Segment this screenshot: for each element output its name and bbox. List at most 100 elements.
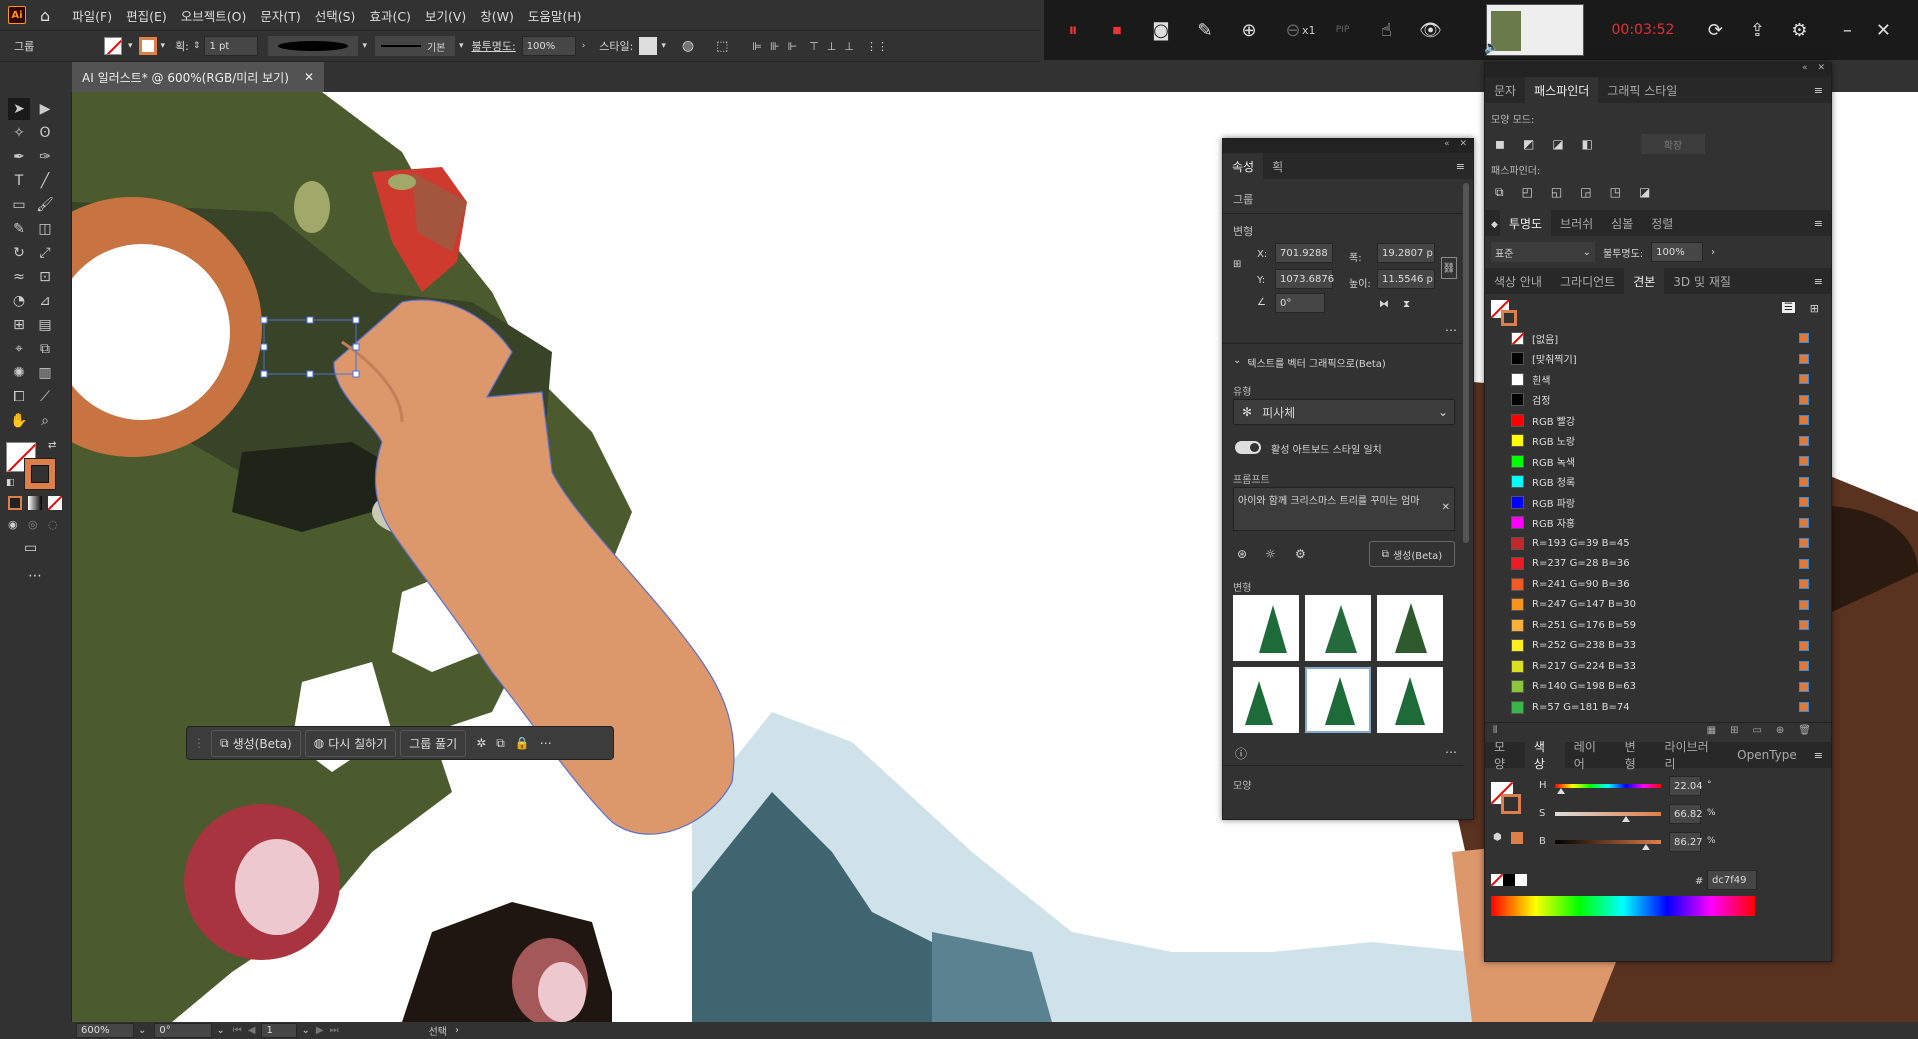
variant-thumb-selected[interactable] <box>1305 667 1371 733</box>
generate-beta-button[interactable]: ⧉ 생성(Beta) <box>211 729 301 757</box>
black-swatch[interactable] <box>1503 874 1515 886</box>
out-of-gamut-icon[interactable]: ⬢ <box>1493 832 1502 843</box>
rotation-dropdown[interactable]: 0° <box>154 1023 213 1038</box>
transform-icon[interactable]: ⬚ <box>716 39 728 54</box>
new-group-icon[interactable]: ▭ <box>1752 725 1761 736</box>
b-slider-thumb[interactable] <box>1642 844 1651 850</box>
swatch-item[interactable]: RGB 노랑 <box>1511 431 1831 452</box>
panel-menu-icon[interactable]: ≡ <box>1806 749 1831 768</box>
tab-character[interactable]: 문자 <box>1485 77 1525 103</box>
exclude-icon[interactable]: ◧ <box>1582 137 1593 151</box>
tab-libraries[interactable]: 라이브러리 <box>1655 740 1728 771</box>
h-slider-thumb[interactable] <box>1557 788 1566 794</box>
tab-appearance[interactable]: 모양 <box>1485 740 1525 771</box>
pen-tool-icon[interactable]: ✒ <box>8 146 30 168</box>
screen-mode-icon[interactable]: ▭ <box>24 540 71 556</box>
color-spectrum[interactable] <box>1491 896 1755 916</box>
align-right-icon[interactable]: ⊩ <box>788 40 798 53</box>
b-slider[interactable] <box>1555 840 1661 850</box>
lock-icon[interactable]: 🔒 <box>515 736 530 750</box>
swatch-options-icon[interactable]: ⊞ <box>1730 725 1738 736</box>
shape-builder-icon[interactable]: ◔ <box>8 290 30 312</box>
variant-thumb[interactable] <box>1305 595 1371 661</box>
swatch-item[interactable]: R=252 G=238 B=33 <box>1511 636 1831 657</box>
curvature-icon[interactable]: ✑ <box>34 146 56 168</box>
pip-icon[interactable]: PIP <box>1330 17 1356 43</box>
swatch-item[interactable]: R=237 G=28 B=36 <box>1511 554 1831 575</box>
swatch-item[interactable]: [없음] <box>1511 328 1831 349</box>
draw-behind-icon[interactable]: ◎ <box>28 518 42 532</box>
gradient-icon[interactable]: ▤ <box>34 314 56 336</box>
panel-menu-icon[interactable]: ≡ <box>1806 217 1831 236</box>
unite-icon[interactable]: ◼ <box>1495 137 1505 151</box>
draw-normal-icon[interactable]: ◉ <box>8 518 22 532</box>
swatch-kind-icon[interactable]: ▦ <box>1707 725 1716 736</box>
style-reference-icon[interactable]: ⊛ <box>1237 547 1247 561</box>
align-bottom-icon[interactable]: ⊥ <box>844 40 854 53</box>
stroke-swatch[interactable] <box>138 37 157 55</box>
info-icon[interactable]: ⓘ <box>1235 745 1247 762</box>
chevron-down-icon[interactable]: ▾ <box>459 41 464 51</box>
chevron-right-icon[interactable]: › <box>582 41 586 51</box>
swatch-item[interactable]: RGB 청록 <box>1511 472 1831 493</box>
minus-front-icon[interactable]: ◩ <box>1523 137 1534 151</box>
flip-vertical-icon[interactable]: ⧗ <box>1403 299 1410 310</box>
more-tools-icon[interactable]: ⋯ <box>28 568 71 584</box>
zoom-tool-icon[interactable]: ⌕ <box>34 410 56 432</box>
brush-definition[interactable]: 기본 <box>374 36 455 56</box>
h-input[interactable]: 22.04 <box>1669 776 1703 796</box>
next-page-icon[interactable]: ▶ <box>316 1025 324 1036</box>
page-input[interactable]: 1 <box>261 1023 298 1038</box>
minimize-icon[interactable]: – <box>1834 17 1860 43</box>
panel-menu-icon[interactable]: ≡ <box>1806 275 1831 294</box>
reference-point-icon[interactable]: ⊞ <box>1233 259 1241 270</box>
h-slider[interactable] <box>1555 784 1661 794</box>
swatch-item[interactable]: RGB 녹색 <box>1511 451 1831 472</box>
chevron-down-icon[interactable]: ▾ <box>128 41 133 51</box>
chevron-down-icon[interactable]: ⌄ <box>301 1025 309 1036</box>
lasso-icon[interactable]: ʘ <box>34 122 56 144</box>
close-icon[interactable]: ✕ <box>304 70 314 84</box>
white-swatch[interactable] <box>1515 874 1527 886</box>
swatch-item[interactable]: R=57 G=181 B=74 <box>1511 697 1831 718</box>
menu-view[interactable]: 보기(V) <box>425 6 466 25</box>
mesh-icon[interactable]: ⊞ <box>8 314 30 336</box>
mic-icon[interactable]: 🔈 <box>1484 40 1499 54</box>
angle-input[interactable]: 0° <box>1275 293 1325 313</box>
rotate-icon[interactable]: ↻ <box>8 242 30 264</box>
chevron-down-icon[interactable]: ▾ <box>661 41 666 51</box>
isolate-icon[interactable]: ✲ <box>476 736 486 750</box>
ungroup-button[interactable]: 그룹 풀기 <box>400 729 467 757</box>
new-swatch-icon[interactable]: ⊕ <box>1776 725 1784 736</box>
library-icon[interactable]: ⫴ <box>1493 725 1497 736</box>
align-top-icon[interactable]: ⊤ <box>809 40 819 53</box>
fill-stroke-widget[interactable]: ⇄ ◧ <box>0 438 71 494</box>
chevron-down-icon[interactable]: ▾ <box>161 41 166 51</box>
recolor-button[interactable]: ◍ 다시 칠하기 <box>304 729 397 757</box>
tab-color[interactable]: 색상 <box>1524 740 1565 771</box>
swatch-item[interactable]: 검정 <box>1511 390 1831 411</box>
tab-pathfinder[interactable]: 패스파인더 <box>1525 77 1599 103</box>
height-input[interactable]: 11.5546 p <box>1377 269 1435 289</box>
rectangle-tool-icon[interactable]: ▭ <box>8 194 30 216</box>
export-icon[interactable]: ⇪ <box>1744 17 1770 43</box>
collapse-icon[interactable]: « <box>1444 139 1450 153</box>
flip-horizontal-icon[interactable]: ⧓ <box>1379 299 1389 310</box>
fill-none-swatch[interactable] <box>104 37 122 55</box>
brush-preview[interactable] <box>268 36 359 56</box>
grid-view-icon[interactable]: ⊞ <box>1810 302 1819 315</box>
swatch-item[interactable]: 흰색 <box>1511 369 1831 390</box>
document-tab[interactable]: AI 일러스트* @ 600%(RGB/미리 보기) ✕ <box>72 62 324 92</box>
paintbrush-icon[interactable]: 🖌 <box>34 194 56 216</box>
variant-thumb[interactable] <box>1233 595 1299 661</box>
panel-menu-icon[interactable]: ≡ <box>1806 84 1831 103</box>
draw-inside-icon[interactable]: ◌ <box>48 518 62 532</box>
last-page-icon[interactable]: ⏭ <box>330 1025 339 1036</box>
align-left-icon[interactable]: ⊫ <box>752 40 762 53</box>
merge-icon[interactable]: ◱ <box>1551 185 1562 200</box>
more-options-icon[interactable]: ⋯ <box>540 736 552 750</box>
intersect-icon[interactable]: ◪ <box>1552 137 1563 151</box>
list-view-icon[interactable]: ☰ <box>1782 302 1795 313</box>
x-input[interactable]: 701.9288 <box>1275 243 1333 263</box>
zoom-in-icon[interactable]: ⊕ <box>1236 17 1262 43</box>
